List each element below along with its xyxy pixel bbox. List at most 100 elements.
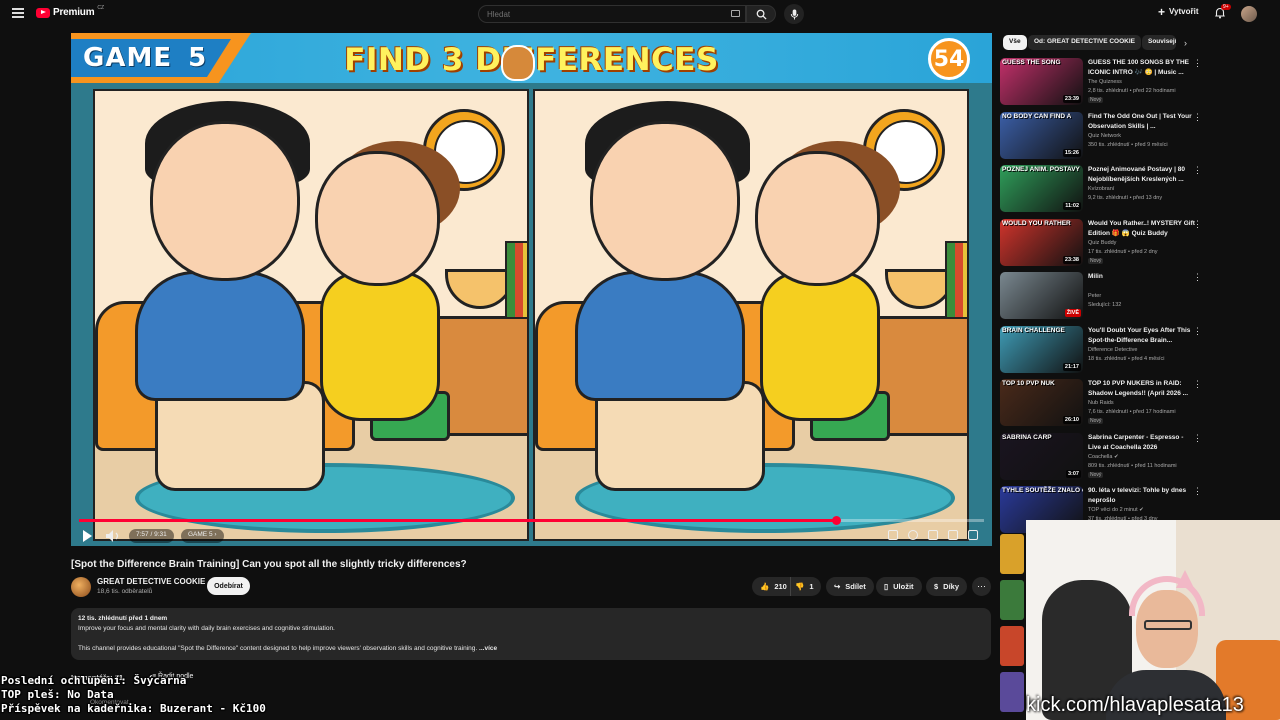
recommendation-thumbnail[interactable]: GUESS THE SONG 23:39 — [1000, 58, 1083, 105]
kebab-menu-icon[interactable]: ⋮ — [1193, 272, 1202, 283]
recommendation-title[interactable]: GUESS THE 100 SONGS BY THE ICONIC INTRO … — [1088, 58, 1196, 78]
recommendation-title[interactable]: Poznej Animované Postavy | 80 Nejoblíben… — [1088, 165, 1196, 185]
recommendation-item[interactable]: WOULD YOU RATHER 23:38 Would You Rather..!… — [1000, 219, 1205, 269]
kebab-menu-icon[interactable]: ⋮ — [1193, 219, 1202, 230]
description-line-2: This channel provides educational "Spot … — [78, 645, 498, 652]
puzzle-image-left — [93, 89, 529, 541]
recommendation-channel[interactable]: Quiz Network — [1088, 133, 1121, 139]
video-title: [Spot the Difference Brain Training] Can… — [71, 559, 467, 570]
father-figure — [575, 271, 745, 401]
recommendation-channel[interactable]: Quiz Buddy — [1088, 240, 1116, 246]
keyboard-icon[interactable] — [731, 10, 740, 17]
save-button[interactable]: ▯ Uložit — [876, 577, 922, 596]
volume-icon[interactable] — [105, 529, 123, 543]
search-button[interactable] — [746, 5, 776, 23]
duration-badge: 23:39 — [1062, 95, 1081, 103]
account-avatar[interactable] — [1241, 6, 1257, 22]
kebab-menu-icon[interactable]: ⋮ — [1193, 486, 1202, 497]
recommendation-thumbnail[interactable]: TOP 10 PVP NUK 26:10 — [1000, 379, 1083, 426]
recommendation-title[interactable]: TOP 10 PVP NUKERS in RAID: Shadow Legend… — [1088, 379, 1196, 399]
recommendation-thumbnail[interactable]: POZNEJ ANIM. POSTAVY 11:02 — [1000, 165, 1083, 212]
webcam-feed — [1026, 520, 1280, 720]
chip-from-channel[interactable]: Od: GREAT DETECTIVE COOKIE — [1028, 35, 1141, 50]
recommendation-channel[interactable]: Nub Raids — [1088, 400, 1114, 406]
recommendation-title[interactable]: You'll Doubt Your Eyes After This Spot-t… — [1088, 326, 1196, 346]
plus-icon: + — [1158, 4, 1166, 19]
chip-all[interactable]: Vše — [1003, 35, 1027, 50]
progress-bar[interactable] — [79, 516, 984, 525]
new-badge: Nový — [1088, 472, 1104, 478]
recommendation-item[interactable]: ŽIVĚ Milin Peter Sledující: 132 ⋮ — [1000, 272, 1205, 322]
fullscreen-icon[interactable] — [968, 530, 978, 540]
create-button[interactable]: + Vytvořit — [1158, 4, 1199, 19]
recommendation-item[interactable]: TOP 10 PVP NUK 26:10 TOP 10 PVP NUKERS in … — [1000, 379, 1205, 429]
kebab-menu-icon[interactable]: ⋮ — [1193, 58, 1202, 69]
dislike-button[interactable]: 👎 1 — [790, 577, 822, 596]
recommendation-channel[interactable]: Coachella ✔ — [1088, 454, 1119, 460]
chevron-right-icon[interactable]: › — [1184, 38, 1187, 48]
recommendation-channel[interactable]: Difference Detective — [1088, 347, 1137, 353]
thumbnail-text: GUESS THE SONG — [1002, 59, 1061, 66]
kebab-menu-icon[interactable]: ⋮ — [1193, 165, 1202, 176]
search-input[interactable]: Hledat — [478, 5, 746, 23]
microphone-icon — [790, 8, 798, 20]
recommendation-stats: 809 tis. zhlédnutí • před 11 hodinami — [1088, 463, 1177, 469]
duration-badge: 15:26 — [1062, 149, 1081, 157]
recommendation-item[interactable]: POZNEJ ANIM. POSTAVY 11:02 Poznej Animovan… — [1000, 165, 1205, 215]
recommendation-thumbnail[interactable]: BRAIN CHALLENGE 21:17 — [1000, 326, 1083, 373]
play-button[interactable] — [83, 530, 92, 542]
recommendation-title[interactable]: 90. léta v televizi: Tohle by dnes nepro… — [1088, 486, 1196, 506]
recommendation-title[interactable]: Find The Odd One Out | Test Your Observa… — [1088, 112, 1196, 132]
recommendation-thumbnail[interactable]: SABRINA CARP 3:07 — [1000, 433, 1083, 480]
channel-name[interactable]: GREAT DETECTIVE COOKIE — [97, 577, 205, 586]
more-actions-button[interactable]: ⋯ — [972, 577, 991, 596]
recommendation-channel[interactable]: TOP věci do 2 minut ✔ — [1088, 507, 1144, 513]
progress-scrubber[interactable] — [831, 516, 841, 525]
recommendation-channel[interactable]: The Quizness — [1088, 79, 1122, 85]
description-box[interactable] — [71, 608, 991, 660]
chip-related[interactable]: Souvisejí — [1142, 35, 1176, 50]
time-display: 7:57 / 9:31 — [129, 529, 174, 543]
subtitles-icon[interactable] — [888, 530, 898, 540]
thumbnail-text: NO BODY CAN FIND A — [1002, 113, 1072, 120]
overlay-line-2: TOP pleš: No Data — [1, 688, 114, 701]
duration-badge: 26:10 — [1062, 416, 1081, 424]
voice-search-button[interactable] — [784, 4, 804, 24]
recommendation-item[interactable]: SABRINA CARP 3:07 Sabrina Carpenter - Espr… — [1000, 433, 1205, 483]
thumbnail-text: SABRINA CARP — [1002, 434, 1052, 441]
boy-figure — [760, 271, 880, 421]
channel-avatar[interactable] — [71, 577, 91, 597]
recommendation-item[interactable]: NO BODY CAN FIND A 15:26 Find The Odd One … — [1000, 112, 1205, 162]
recommendation-thumbnail[interactable]: ŽIVĚ — [1000, 272, 1083, 319]
puzzle-banner: GAME 5 FIND 3 DIFFERENCES 54 — [71, 33, 992, 83]
kebab-menu-icon[interactable]: ⋮ — [1193, 326, 1202, 337]
menu-icon[interactable] — [12, 8, 24, 18]
share-button[interactable]: ↪ Sdílet — [826, 577, 874, 596]
recommendation-title[interactable]: Sabrina Carpenter - Espresso - Live at C… — [1088, 433, 1196, 453]
recommendation-item[interactable]: BRAIN CHALLENGE 21:17 You'll Doubt Your Ey… — [1000, 326, 1205, 376]
thanks-button[interactable]: $ Díky — [926, 577, 968, 596]
recommendation-item[interactable]: GUESS THE SONG 23:39 GUESS THE 100 SONGS B… — [1000, 58, 1205, 108]
youtube-logo[interactable]: Premium CZ — [36, 5, 104, 18]
puzzle-image-right — [533, 89, 969, 541]
father-figure — [135, 271, 305, 401]
video-player[interactable]: GAME 5 FIND 3 DIFFERENCES 54 7:57 / 9:31… — [71, 33, 992, 546]
kebab-menu-icon[interactable]: ⋮ — [1193, 379, 1202, 390]
kebab-menu-icon[interactable]: ⋮ — [1193, 112, 1202, 123]
theater-mode-icon[interactable] — [948, 530, 958, 540]
chapter-button[interactable]: GAME 5 › — [181, 529, 224, 543]
recommendation-title[interactable]: Milin — [1088, 272, 1196, 282]
search-icon — [756, 9, 767, 20]
miniplayer-icon[interactable] — [928, 530, 938, 540]
recommendation-channel[interactable]: Peter — [1088, 293, 1101, 299]
recommendation-title[interactable]: Would You Rather..! MYSTERY Gift Edition… — [1088, 219, 1196, 239]
show-more-link[interactable]: ...více — [479, 645, 497, 652]
subscribe-button[interactable]: Odebírat — [207, 577, 250, 595]
recommendation-thumbnail[interactable]: NO BODY CAN FIND A 15:26 — [1000, 112, 1083, 159]
recommendation-stats: 7,6 tis. zhlédnutí • před 17 hodinami — [1088, 409, 1176, 415]
recommendation-thumbnail[interactable]: WOULD YOU RATHER 23:38 — [1000, 219, 1083, 266]
thumbnail-text: POZNEJ ANIM. POSTAVY — [1002, 166, 1080, 173]
settings-icon[interactable] — [908, 530, 918, 540]
kebab-menu-icon[interactable]: ⋮ — [1193, 433, 1202, 444]
recommendation-channel[interactable]: Kvízobraní — [1088, 186, 1114, 192]
